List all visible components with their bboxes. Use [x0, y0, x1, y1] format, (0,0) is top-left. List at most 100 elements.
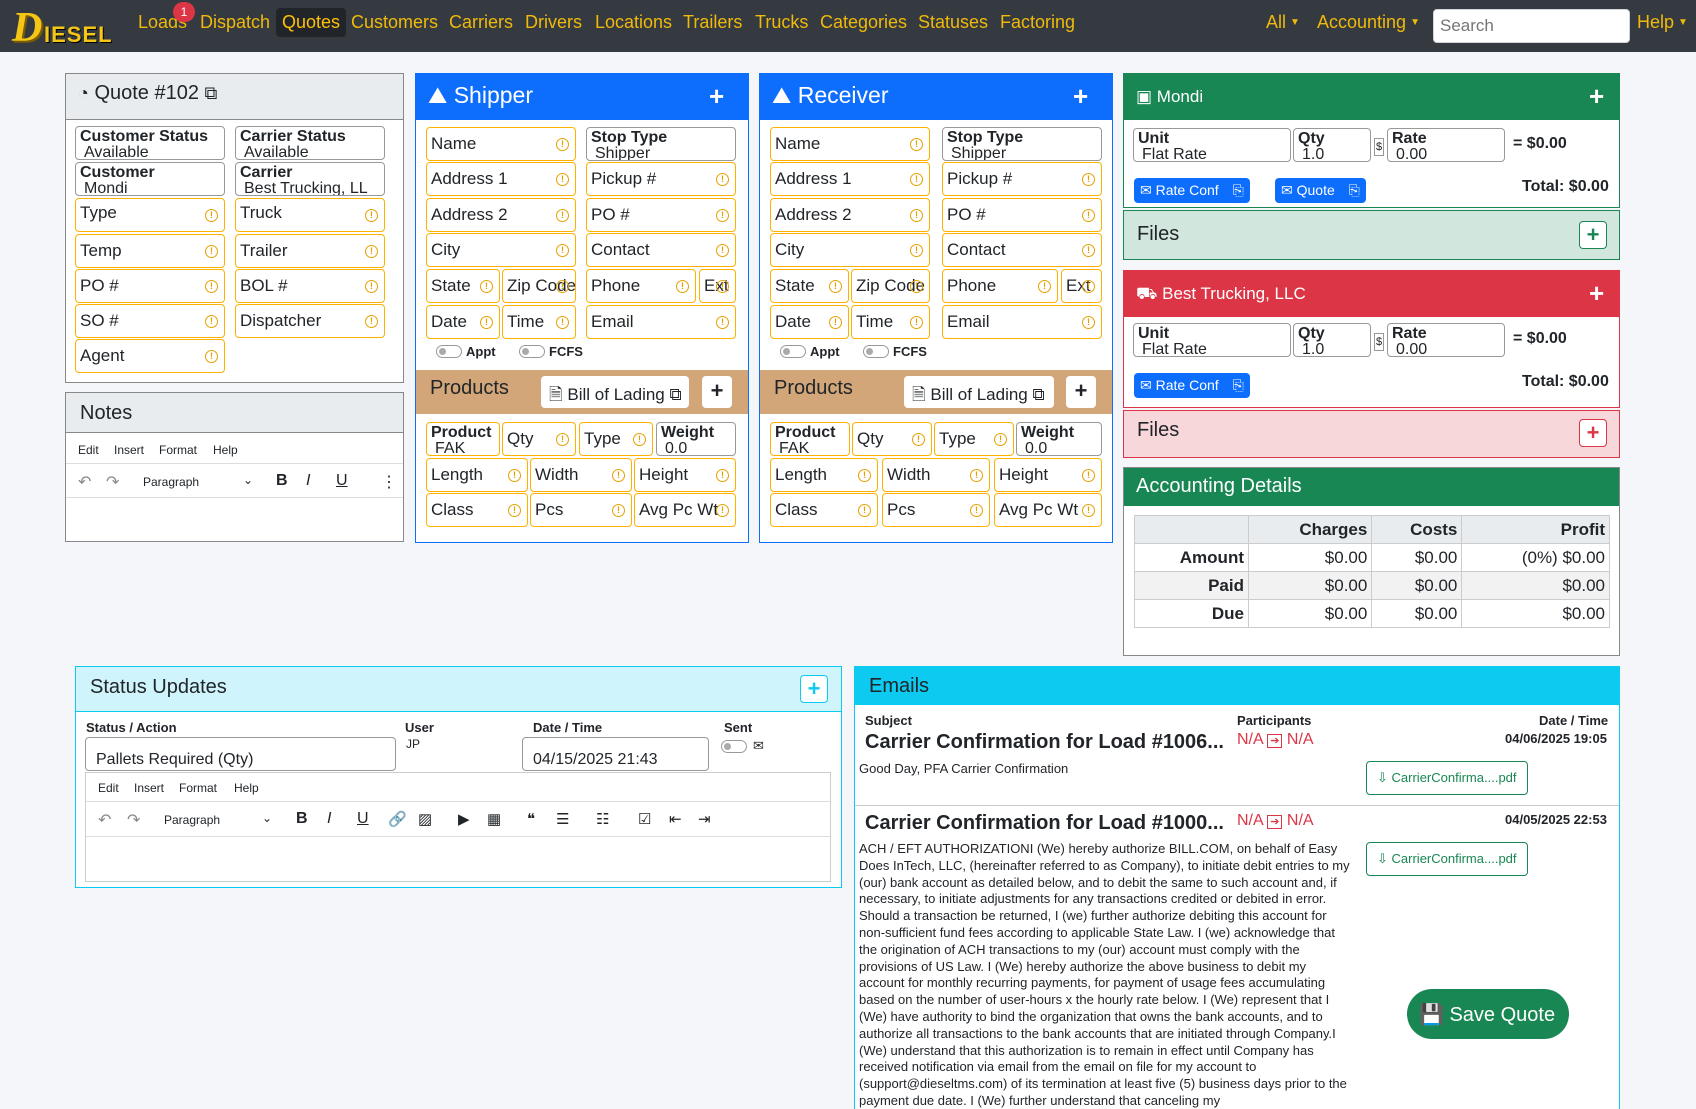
indent-icon[interactable]: ⇥ [698, 810, 711, 828]
shipper-address2-field[interactable]: Address 2! [426, 198, 576, 232]
link-icon[interactable]: 🔗 [388, 810, 407, 828]
receiver-product-class-field[interactable]: Class! [770, 493, 878, 527]
product-length-field[interactable]: Length! [426, 458, 528, 492]
email-attachment-button[interactable]: ⇩ CarrierConfirma....pdf [1366, 842, 1528, 876]
nav-dispatch[interactable]: Dispatch [200, 12, 270, 33]
truck-field[interactable]: Truck! [235, 198, 385, 232]
add-shipper-button[interactable]: + [709, 81, 724, 112]
shipper-bol-button[interactable]: 🗎 Bill of Lading ⧉ [541, 376, 689, 408]
so-field[interactable]: SO #! [75, 304, 225, 338]
receiver-ext-field[interactable]: Ext! [1061, 269, 1102, 303]
editor-menu-edit[interactable]: Edit [78, 443, 99, 457]
nav-statuses[interactable]: Statuses [918, 12, 988, 33]
editor-menu-edit[interactable]: Edit [98, 781, 119, 795]
redo-icon[interactable]: ↷ [127, 810, 140, 830]
shipper-fcfs-toggle[interactable] [519, 345, 545, 358]
bold-icon[interactable]: B [296, 810, 308, 828]
add-status-button[interactable]: + [800, 675, 828, 703]
product-weight-field[interactable]: Weight 0.0 [656, 422, 736, 456]
receiver-state-field[interactable]: State! [770, 269, 849, 303]
receiver-product-type-field[interactable]: Type! [934, 422, 1014, 456]
carrier-field[interactable]: Carrier Best Trucking, LL [235, 162, 385, 196]
paragraph-select[interactable]: Paragraph [164, 813, 220, 827]
add-best-file-button[interactable]: + [1579, 419, 1607, 447]
receiver-product-length-field[interactable]: Length! [770, 458, 878, 492]
receiver-product-width-field[interactable]: Width! [882, 458, 990, 492]
shipper-email-field[interactable]: Email! [586, 305, 736, 339]
bold-icon[interactable]: B [276, 472, 288, 490]
product-type-field[interactable]: Type! [579, 422, 653, 456]
nav-locations[interactable]: Locations [595, 12, 672, 33]
shipper-phone-field[interactable]: Phone! [586, 269, 696, 303]
product-field[interactable]: Product FAK [426, 422, 500, 456]
receiver-address2-field[interactable]: Address 2! [770, 198, 930, 232]
receiver-product-weight-field[interactable]: Weight 0.0 [1016, 422, 1102, 456]
shipper-name-field[interactable]: Name! [426, 127, 576, 161]
italic-icon[interactable]: I [306, 472, 310, 490]
mondi-quote-button[interactable]: ✉ Quote ⎘ [1275, 178, 1366, 203]
underline-icon[interactable]: U [357, 810, 369, 828]
mondi-unit-field[interactable]: Unit Flat Rate [1133, 128, 1291, 162]
receiver-city-field[interactable]: City! [770, 233, 930, 267]
product-class-field[interactable]: Class! [426, 493, 528, 527]
italic-icon[interactable]: I [327, 810, 331, 828]
mondi-qty-field[interactable]: Qty 1.0 [1293, 128, 1371, 162]
customer-field[interactable]: Customer Mondi [75, 162, 225, 196]
nav-trailers[interactable]: Trailers [683, 12, 742, 33]
product-qty-field[interactable]: Qty! [502, 422, 576, 456]
shipper-appt-toggle[interactable] [436, 345, 462, 358]
shipper-pickup-field[interactable]: Pickup #! [586, 162, 736, 196]
add-product-button[interactable]: + [702, 376, 732, 408]
shipper-city-field[interactable]: City! [426, 233, 576, 267]
add-receiver-button[interactable]: + [1073, 81, 1088, 112]
receiver-email-field[interactable]: Email! [942, 305, 1102, 339]
editor-menu-help[interactable]: Help [213, 443, 238, 457]
copy-icon[interactable]: ⧉ [205, 83, 218, 103]
table-icon[interactable]: ▦ [487, 810, 501, 828]
underline-icon[interactable]: U [336, 472, 348, 490]
nav-accounting-dropdown[interactable]: Accounting ▼ [1317, 12, 1420, 33]
sent-toggle[interactable] [721, 740, 747, 753]
search-input[interactable] [1433, 9, 1630, 43]
shipper-zip-field[interactable]: Zip Code! [502, 269, 576, 303]
envelope-icon[interactable]: ✉ [753, 738, 764, 754]
editor-menu-insert[interactable]: Insert [134, 781, 164, 795]
receiver-appt-toggle[interactable] [780, 345, 806, 358]
receiver-bol-button[interactable]: 🗎 Bill of Lading ⧉ [904, 376, 1054, 408]
email-subject[interactable]: Carrier Confirmation for Load #1000... [865, 812, 1224, 835]
nav-quotes[interactable]: Quotes [276, 8, 347, 37]
product-pcs-field[interactable]: Pcs! [530, 493, 632, 527]
receiver-address1-field[interactable]: Address 1! [770, 162, 930, 196]
receiver-time-field[interactable]: Time! [851, 305, 930, 339]
bol-field[interactable]: BOL #! [235, 269, 385, 303]
email-subject[interactable]: Carrier Confirmation for Load #1006... [865, 731, 1224, 754]
nav-customers[interactable]: Customers [351, 12, 438, 33]
numbered-list-icon[interactable]: ☷ [596, 810, 609, 828]
dispatcher-field[interactable]: Dispatcher! [235, 304, 385, 338]
best-rate-conf-button[interactable]: ✉ Rate Conf ⎘ [1134, 373, 1250, 398]
receiver-stop-type-field[interactable]: Stop Type Shipper [942, 127, 1102, 161]
nav-carriers[interactable]: Carriers [449, 12, 513, 33]
receiver-product-height-field[interactable]: Height! [994, 458, 1102, 492]
nav-help-dropdown[interactable]: Help ▼ [1637, 12, 1688, 33]
status-action-input[interactable]: Pallets Required (Qty) [85, 737, 396, 771]
best-unit-field[interactable]: Unit Flat Rate [1133, 323, 1291, 357]
receiver-product-qty-field[interactable]: Qty! [852, 422, 932, 456]
diesel-logo[interactable]: D IESEL [8, 4, 120, 51]
nav-trucks[interactable]: Trucks [755, 12, 808, 33]
type-field[interactable]: Type! [75, 198, 225, 232]
agent-field[interactable]: Agent! [75, 339, 225, 373]
mondi-rate-field[interactable]: Rate 0.00 [1387, 128, 1505, 162]
image-icon[interactable]: ▨ [418, 810, 432, 828]
shipper-state-field[interactable]: State! [426, 269, 500, 303]
more-icon[interactable]: ⋮ [381, 472, 397, 492]
receiver-zip-field[interactable]: Zip Code! [851, 269, 930, 303]
paragraph-select[interactable]: Paragraph [143, 475, 199, 489]
product-avg-field[interactable]: Avg Pc Wt! [634, 493, 736, 527]
bullet-list-icon[interactable]: ☰ [556, 810, 569, 828]
shipper-time-field[interactable]: Time! [502, 305, 576, 339]
quote-icon[interactable]: ❝ [527, 810, 535, 828]
undo-icon[interactable]: ↶ [98, 810, 111, 830]
email-attachment-button[interactable]: ⇩ CarrierConfirma....pdf [1366, 761, 1528, 795]
add-cost-button[interactable]: + [1589, 278, 1604, 309]
